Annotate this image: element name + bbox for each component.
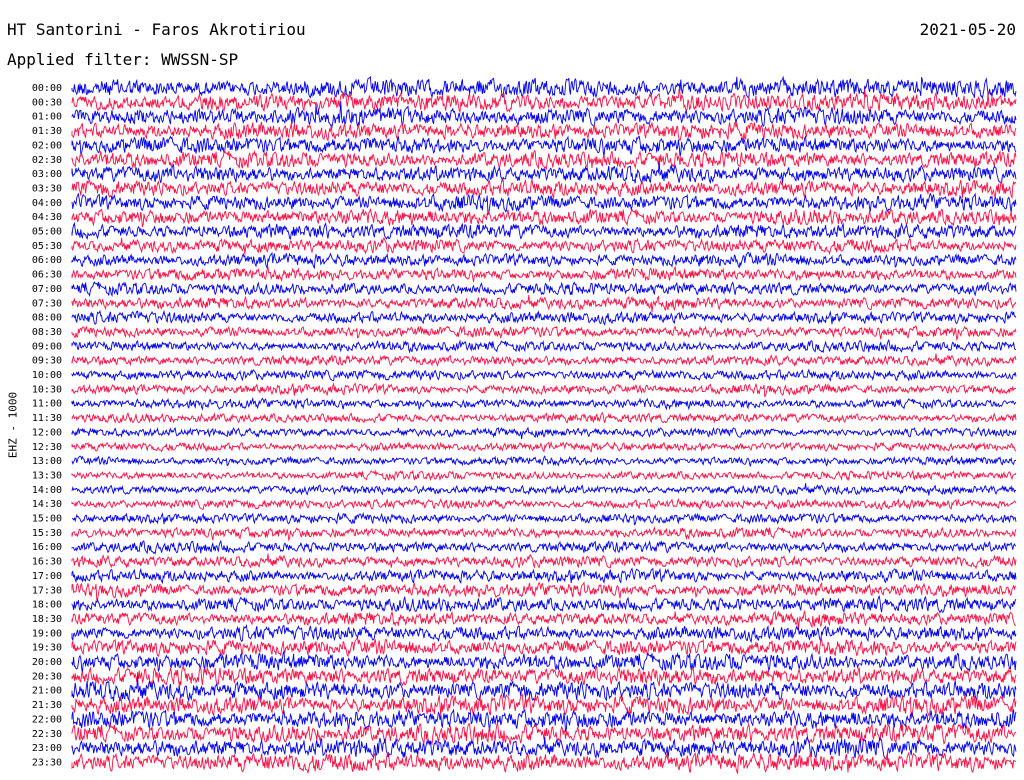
seismogram-traces <box>71 75 1017 774</box>
row-time-label: 03:30 <box>32 183 62 194</box>
row-time-label: 17:30 <box>32 585 62 596</box>
row-time-label: 04:00 <box>32 198 62 209</box>
trace-row-1600 <box>71 539 1017 555</box>
row-time-label: 16:30 <box>32 557 62 568</box>
trace-row-1500 <box>71 511 1017 526</box>
trace-row-1700 <box>71 567 1017 585</box>
trace-row-1830 <box>71 609 1017 630</box>
row-time-label: 20:00 <box>32 657 62 668</box>
trace-row-2030 <box>71 665 1017 687</box>
row-time-label: 19:30 <box>32 643 62 654</box>
trace-row-2300 <box>71 736 1017 760</box>
row-time-label: 12:30 <box>32 442 62 453</box>
row-time-label: 21:00 <box>32 686 62 697</box>
row-time-label: 10:30 <box>32 384 62 395</box>
trace-row-0630 <box>71 265 1017 283</box>
row-time-label: 15:30 <box>32 528 62 539</box>
row-time-label: 05:30 <box>32 241 62 252</box>
trace-row-0130 <box>71 121 1017 142</box>
trace-row-1100 <box>71 396 1017 411</box>
trace-row-1200 <box>71 426 1017 439</box>
row-time-label: 14:00 <box>32 485 62 496</box>
trace-row-0500 <box>71 221 1017 240</box>
trace-row-1230 <box>71 441 1017 453</box>
row-time-label: 13:30 <box>32 470 62 481</box>
row-time-label: 10:00 <box>32 370 62 381</box>
trace-row-0900 <box>71 338 1016 354</box>
trace-row-1800 <box>71 594 1017 614</box>
row-time-label: 18:00 <box>32 600 62 611</box>
trace-row-0000 <box>71 75 1017 100</box>
row-time-label: 01:00 <box>32 112 62 123</box>
row-time-label: 02:00 <box>32 140 62 151</box>
trace-row-1730 <box>71 581 1017 602</box>
row-time-label: 01:30 <box>32 126 62 137</box>
row-time-label: 08:30 <box>32 327 62 338</box>
row-time-label: 23:30 <box>32 757 62 768</box>
row-time-label: 11:30 <box>32 413 62 424</box>
trace-row-1000 <box>71 368 1017 382</box>
trace-row-2100 <box>71 676 1017 703</box>
trace-row-2330 <box>71 751 1017 774</box>
trace-row-1900 <box>71 623 1017 644</box>
row-time-label: 12:00 <box>32 427 62 438</box>
trace-row-0830 <box>71 325 1017 342</box>
time-axis-labels: 00:00 00:30 01:00 01:30 02:00 02:30 03:00 03:30… <box>32 83 62 768</box>
row-time-label: 05:00 <box>32 227 62 238</box>
trace-row-0230 <box>71 149 1017 171</box>
trace-row-1630 <box>71 553 1017 570</box>
row-time-label: 17:00 <box>32 571 62 582</box>
row-time-label: 13:00 <box>32 456 62 467</box>
row-time-label: 20:30 <box>32 671 62 682</box>
row-time-label: 07:30 <box>32 298 62 309</box>
trace-row-1530 <box>71 526 1017 542</box>
trace-row-0600 <box>71 251 1017 270</box>
row-time-label: 00:30 <box>32 97 62 108</box>
trace-row-1330 <box>71 469 1017 482</box>
trace-row-0330 <box>71 179 1016 200</box>
trace-row-1130 <box>71 411 1017 424</box>
row-time-label: 14:30 <box>32 499 62 510</box>
row-time-label: 03:00 <box>32 169 62 180</box>
trace-row-0030 <box>71 88 1017 114</box>
row-time-label: 22:30 <box>32 729 62 740</box>
row-time-label: 19:00 <box>32 628 62 639</box>
trace-row-0930 <box>71 353 1017 368</box>
row-time-label: 16:00 <box>32 542 62 553</box>
trace-row-0800 <box>71 309 1017 326</box>
trace-row-0200 <box>71 135 1017 158</box>
trace-row-1400 <box>71 483 1017 497</box>
row-time-label: 02:30 <box>32 155 62 166</box>
row-time-label: 07:00 <box>32 284 62 295</box>
trace-row-2130 <box>71 692 1017 720</box>
trace-row-0430 <box>71 208 1017 228</box>
row-time-label: 09:30 <box>32 356 62 367</box>
trace-row-0300 <box>71 161 1017 185</box>
row-time-label: 09:00 <box>32 341 62 352</box>
trace-row-1030 <box>71 382 1017 398</box>
helicorder-plot: 00:00 00:30 01:00 01:30 02:00 02:30 03:00 03:30… <box>32 75 1017 774</box>
row-time-label: 06:00 <box>32 255 62 266</box>
trace-row-1300 <box>71 455 1017 467</box>
row-time-label: 11:00 <box>32 399 62 410</box>
row-time-label: 00:00 <box>32 83 62 94</box>
row-time-label: 18:30 <box>32 614 62 625</box>
trace-row-0730 <box>71 295 1017 313</box>
trace-row-1430 <box>71 497 1017 511</box>
row-time-label: 06:30 <box>32 270 62 281</box>
row-time-label: 22:00 <box>32 714 62 725</box>
row-time-label: 04:30 <box>32 212 62 223</box>
row-time-label: 08:00 <box>32 313 62 324</box>
row-time-label: 15:00 <box>32 514 62 525</box>
trace-row-1930 <box>71 637 1017 658</box>
trace-row-0700 <box>71 281 1017 298</box>
row-time-label: 23:00 <box>32 743 62 754</box>
row-time-label: 21:30 <box>32 700 62 711</box>
trace-row-0530 <box>71 236 1017 256</box>
trace-row-0400 <box>71 192 1017 216</box>
